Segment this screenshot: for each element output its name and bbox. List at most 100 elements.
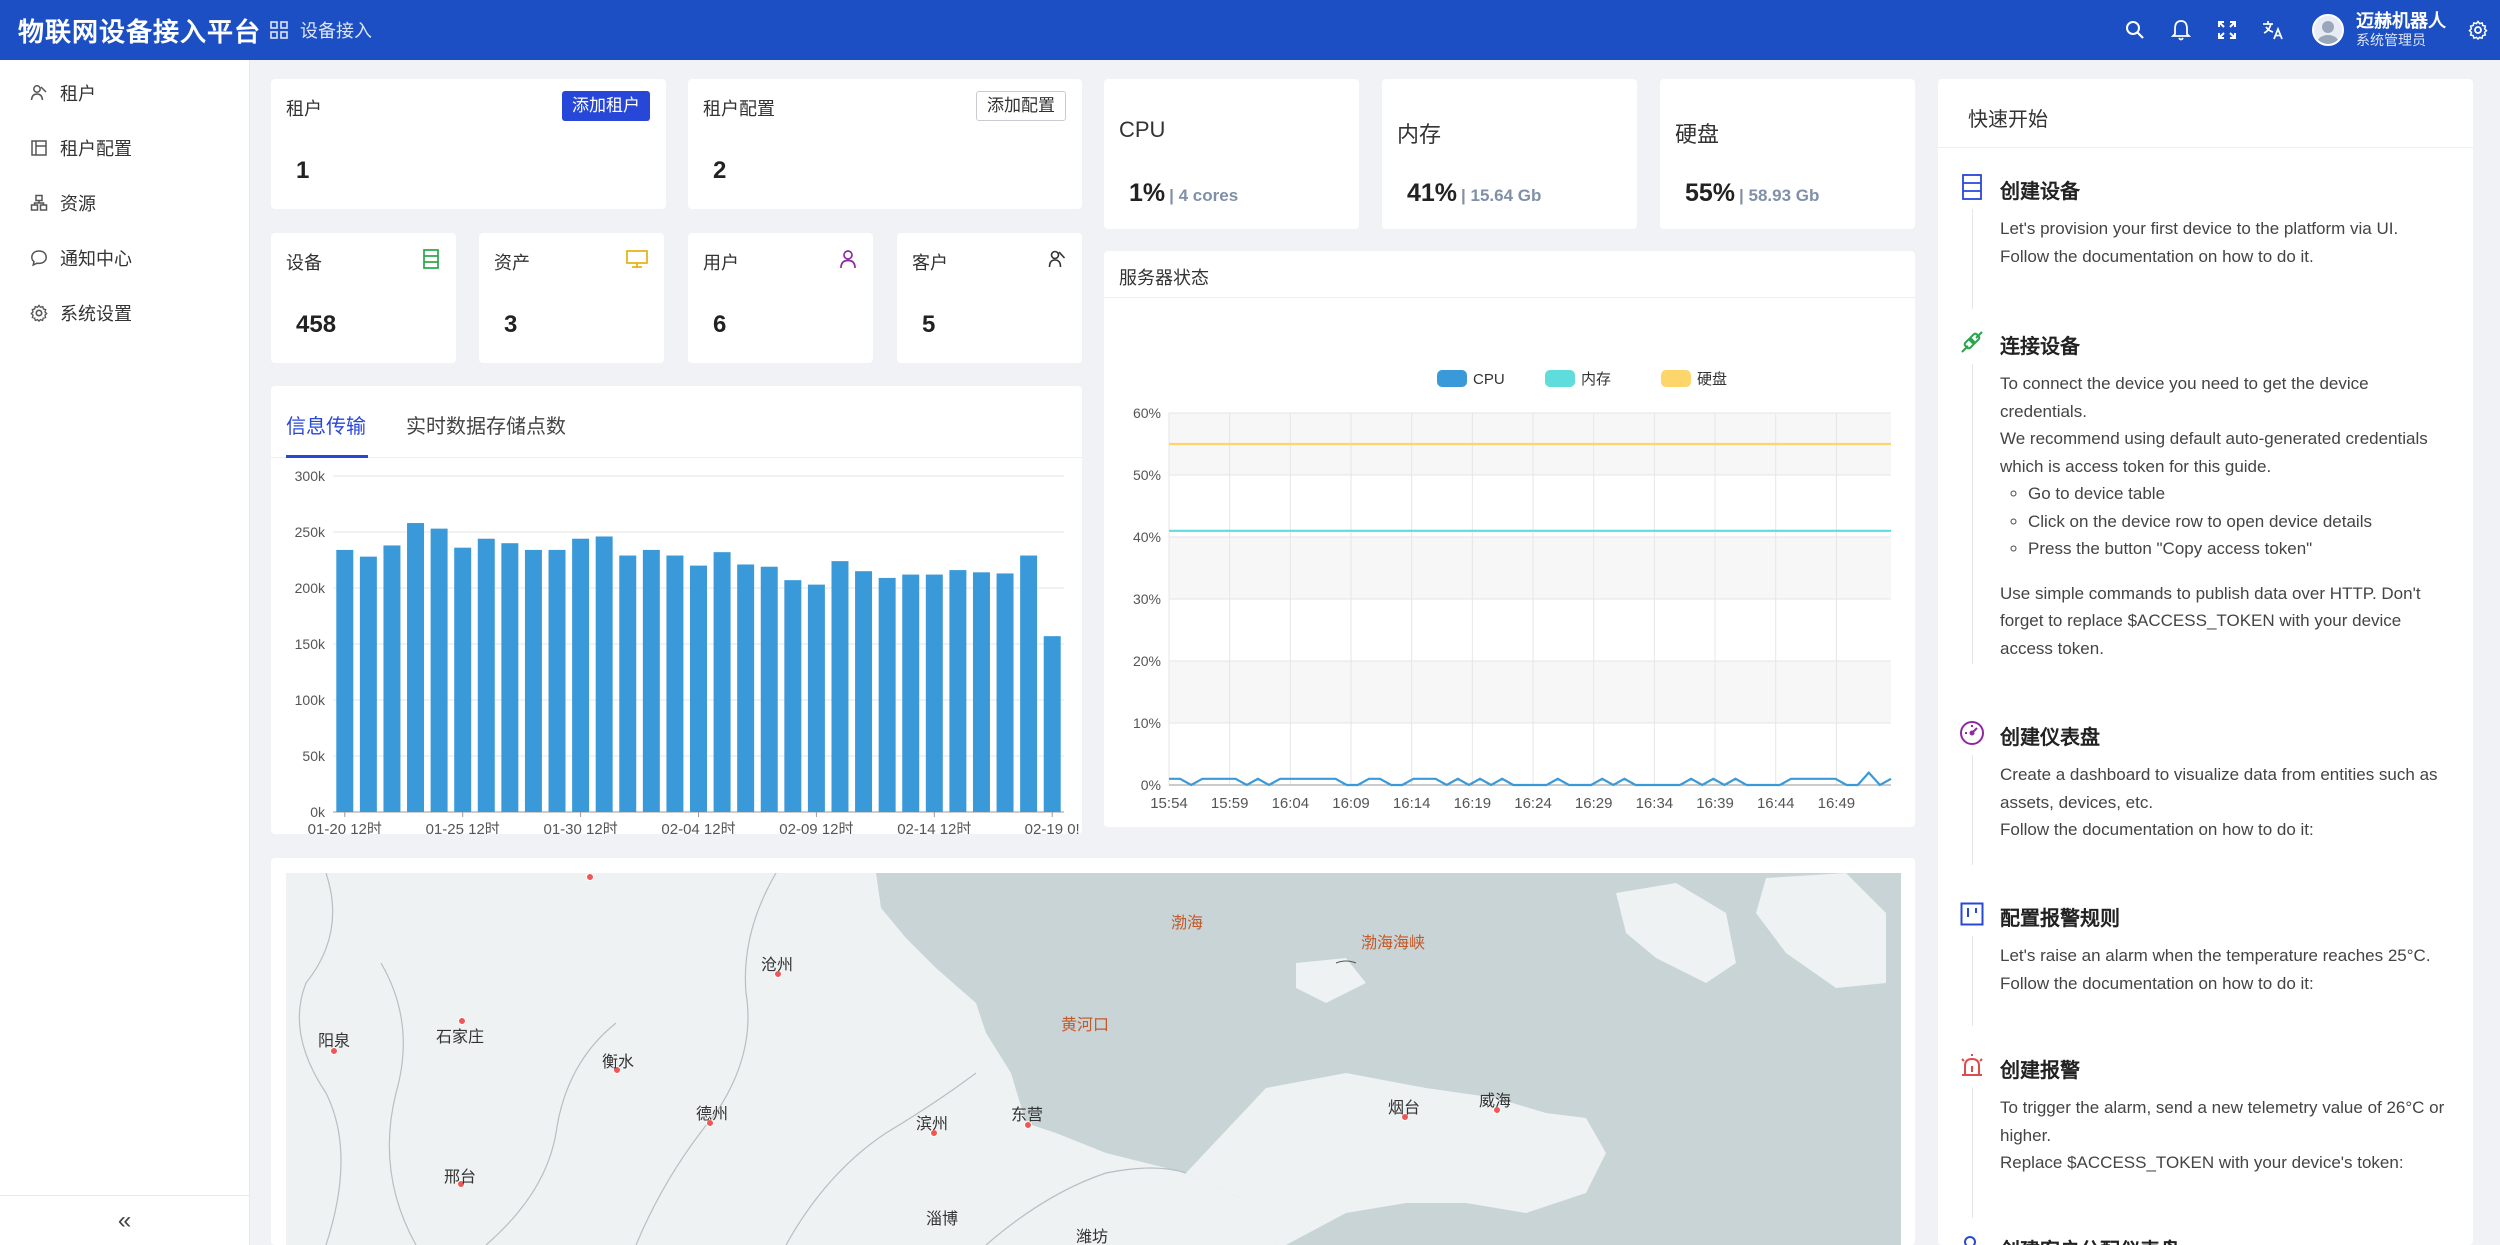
bar[interactable] [925, 574, 943, 812]
x-tick-label: 16:29 [1575, 795, 1613, 812]
bar[interactable] [690, 565, 707, 812]
bar[interactable] [454, 547, 472, 812]
bar[interactable] [477, 538, 495, 812]
legend-swatch[interactable] [1545, 370, 1575, 387]
bar[interactable] [1020, 555, 1038, 812]
user-name: 迈赫机器人 [2356, 10, 2446, 31]
step-title[interactable]: 创建仪表盘 [2000, 721, 2100, 750]
step-text: Let's provision your first device to the… [2000, 219, 2399, 238]
x-tick-label: 15:59 [1211, 795, 1249, 812]
legend-swatch[interactable] [1437, 370, 1467, 387]
search-icon[interactable] [2112, 0, 2158, 60]
step-title[interactable]: 连接设备 [2000, 330, 2080, 359]
bar[interactable] [878, 577, 896, 812]
bell-icon[interactable] [2158, 0, 2204, 60]
step-title[interactable]: 创建报警 [2000, 1054, 2080, 1083]
x-tick-label: 02-09 12时 [779, 821, 853, 834]
bar[interactable] [572, 538, 590, 812]
bar[interactable] [595, 536, 613, 812]
bar[interactable] [548, 549, 566, 812]
bar[interactable] [807, 584, 825, 812]
card-title: CPU [1119, 117, 1166, 142]
bar[interactable] [1043, 636, 1061, 812]
device-list-icon [422, 249, 440, 274]
tenant-profile-icon [31, 139, 47, 156]
y-tick-label: 50k [302, 748, 326, 764]
translate-icon[interactable] [2250, 0, 2296, 60]
sidebar-item-system-settings[interactable]: 系统设置 [0, 285, 249, 340]
tenant-profile-count: 2 [713, 157, 727, 184]
bar[interactable] [855, 571, 873, 812]
message-transfer-bar-chart: 0k 50k 100k 150k 200k 250k 300k 01-20 12时 01-25 … [295, 468, 1080, 834]
device-map[interactable]: 渤海 渤海海峡 黄河口 沧州 阳泉 石家庄 衡水 德州 滨州 东营 烟台 威海 … [286, 873, 1901, 1245]
bar[interactable] [737, 564, 755, 812]
step-connector [1972, 364, 1973, 664]
disk-detail: | 58.93 Gb [1739, 186, 1820, 205]
sidebar-item-resource[interactable]: 资源 [0, 175, 249, 230]
avatar [2312, 13, 2344, 46]
sidebar-item-notification-center[interactable]: 通知中心 [0, 230, 249, 285]
bar[interactable] [949, 570, 967, 812]
bar[interactable] [972, 572, 990, 812]
bar[interactable] [666, 555, 684, 812]
step-text: Follow the documentation on how to do it… [2000, 973, 2314, 993]
assets-card[interactable]: 资产 3 [479, 233, 664, 363]
bar[interactable] [430, 528, 448, 812]
tab-storage-points[interactable]: 实时数据存储点数 [406, 410, 566, 439]
bar[interactable] [619, 555, 637, 812]
users-card[interactable]: 用户 6 [688, 233, 873, 363]
map-label: 德州 [696, 1106, 729, 1123]
connect-icon [1958, 328, 1986, 356]
dashboard-icon [1958, 719, 1986, 747]
step-title[interactable]: 创建客户分配仪表盘 [2000, 1234, 2180, 1245]
users-count: 6 [713, 311, 727, 338]
step-title[interactable]: 配置报警规则 [2000, 902, 2120, 931]
bar[interactable] [336, 549, 354, 812]
step-customer-dashboard: 创建客户分配仪表盘 [1958, 1232, 2458, 1245]
divider [1938, 147, 2473, 148]
series-line[interactable] [1169, 770, 1892, 787]
sidebar-collapse-button[interactable]: « [0, 1195, 249, 1245]
map-label: 阳泉 [318, 1033, 351, 1050]
bar[interactable] [359, 556, 377, 812]
server-status-line-chart: 0% 10% 20% 30% 40% 50% 60% 15:54 15:59 16:04 16:09… [1133, 370, 1892, 812]
legend-swatch[interactable] [1661, 370, 1691, 387]
bar[interactable] [501, 543, 519, 812]
step-title[interactable]: 创建设备 [2000, 175, 2080, 204]
user-menu[interactable]: 迈赫机器人 系统管理员 [2312, 11, 2446, 49]
x-tick-label: 16:39 [1696, 795, 1734, 812]
legend-label[interactable]: 内存 [1581, 371, 1611, 388]
add-tenant-button[interactable]: 添加租户 [562, 91, 650, 121]
bar[interactable] [902, 574, 920, 812]
gear-icon[interactable] [2460, 0, 2496, 60]
bar[interactable] [642, 549, 660, 812]
bar[interactable] [713, 552, 731, 812]
fullscreen-icon[interactable] [2204, 0, 2250, 60]
x-tick-label: 02-19 0! [1025, 821, 1080, 834]
bar[interactable] [524, 549, 542, 812]
sidebar-item-tenant[interactable]: 租户 [0, 65, 249, 120]
resource-icon [30, 194, 48, 211]
map-label: 邢台 [444, 1169, 477, 1186]
legend-label[interactable]: CPU [1473, 371, 1505, 388]
devices-card[interactable]: 设备 458 [271, 233, 456, 363]
sidebar-item-tenant-profile[interactable]: 租户配置 [0, 120, 249, 175]
add-profile-button[interactable]: 添加配置 [976, 91, 1066, 121]
card-title: 租户配置 [703, 99, 775, 119]
card-title: 客户 [912, 253, 948, 273]
customers-card[interactable]: 客户 5 [897, 233, 1082, 363]
map-label: 滨州 [916, 1116, 949, 1133]
bar[interactable] [831, 561, 849, 812]
step-create-alarm: 创建报警 To trigger the alarm, send a new te… [1958, 1052, 2458, 1218]
bar[interactable] [383, 545, 401, 812]
x-tick-label: 16:14 [1393, 795, 1431, 812]
bar[interactable] [996, 573, 1014, 812]
bar[interactable] [407, 523, 425, 812]
bar[interactable] [760, 566, 778, 812]
bar[interactable] [784, 580, 802, 812]
legend-label[interactable]: 硬盘 [1697, 370, 1727, 388]
tab-message-transfer[interactable]: 信息传输 [286, 410, 366, 439]
map-marker[interactable] [586, 873, 594, 881]
breadcrumb[interactable]: 设备接入 [270, 17, 372, 43]
map-label: 石家庄 [436, 1029, 485, 1046]
